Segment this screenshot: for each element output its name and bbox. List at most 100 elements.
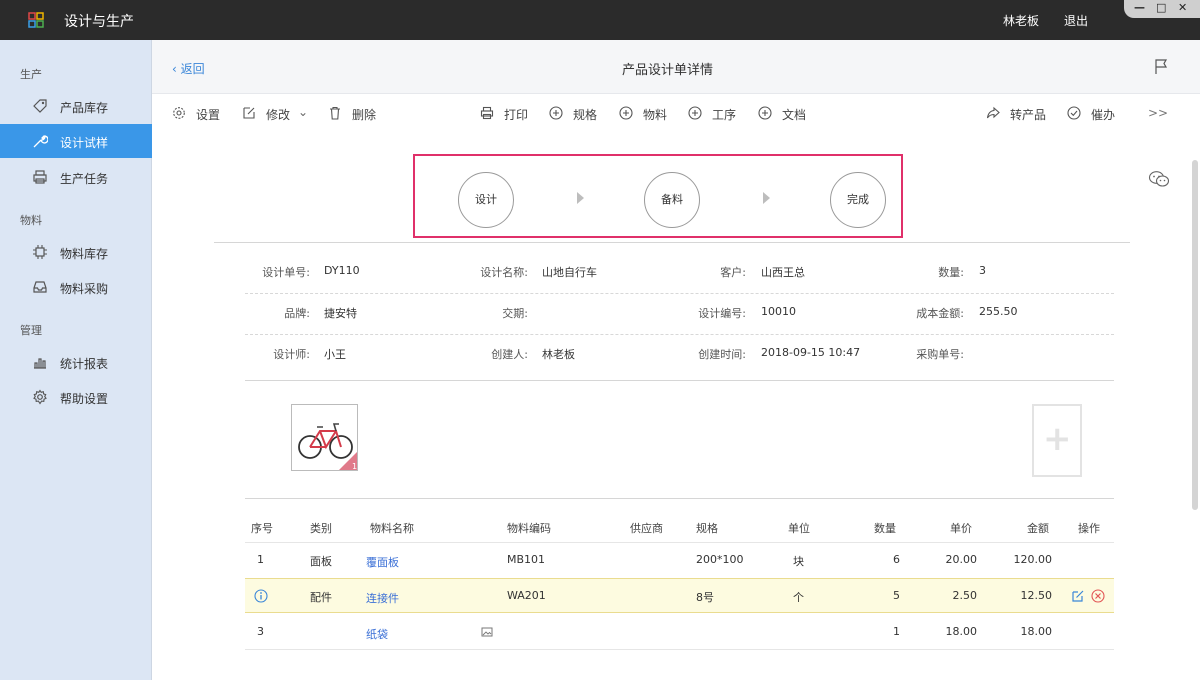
sidebar-item-product-inventory[interactable]: 产品库存 [0,89,152,123]
sidebar-item-label: 统计报表 [60,357,109,371]
more-button[interactable]: >> [1148,106,1168,122]
flag-icon[interactable] [1154,59,1168,75]
check-circle-icon [1067,106,1081,120]
close-button[interactable]: ✕ [1178,1,1187,15]
trash-icon [330,106,340,120]
delete-circle-icon[interactable] [1091,589,1105,603]
page-header: ‹ 返回 产品设计单详情 [152,40,1200,94]
row-separator [245,542,1114,543]
maximize-button[interactable]: □ [1156,1,1166,15]
workflow-step-prepare[interactable]: 备料 [644,172,700,228]
chip-icon [33,245,47,259]
workflow-steps: 设计 备料 完成 [413,154,903,238]
col-header-category: 类别 [310,522,332,535]
wrench-icon [33,135,48,148]
sidebar-section-production: 生产 [20,68,42,81]
col-header-amount: 金额 [1027,522,1049,535]
design-name-label: 设计名称: [480,266,528,279]
quantity-value: 3 [979,264,986,277]
col-header-quantity: 数量 [874,522,896,535]
customer-label: 客户: [720,266,746,279]
inbox-icon [33,281,47,293]
sidebar-item-label: 产品库存 [60,101,109,115]
bar-chart-icon [34,358,46,369]
col-header-material-name: 物料名称 [370,522,414,535]
user-name[interactable]: 林老板 [1003,12,1039,29]
cost-amount-label: 成本金额: [916,307,964,320]
gear-icon [33,389,47,405]
divider [245,498,1114,499]
share-arrow-icon [986,106,1000,119]
brand-label: 品牌: [284,307,310,320]
dashed-divider [245,293,1114,294]
col-header-index: 序号 [251,522,273,535]
cost-amount-value: 255.50 [979,305,1018,318]
edit-icon[interactable] [1071,589,1085,603]
design-no-label: 设计单号: [262,266,310,279]
brand-value: 捷安特 [324,307,357,320]
sidebar-section-material: 物料 [20,214,42,227]
svg-text:1: 1 [352,462,357,471]
col-header-unit-price: 单价 [950,522,972,535]
sidebar-item-material-purchase[interactable]: 物料采购 [0,270,152,304]
scrollbar[interactable] [1192,160,1198,510]
purchase-no-label: 采购单号: [916,348,964,361]
add-image-button[interactable]: + [1032,404,1082,477]
sidebar: 生产 产品库存 设计试样 生产任务 物料 物料库存 物料采购 管理 统计报表 帮… [0,40,152,680]
minimize-button[interactable]: — [1134,1,1145,15]
app-logo-icon [28,12,44,28]
plus-circle-icon [688,106,702,120]
material-name-link[interactable]: 纸袋 [366,626,388,642]
chevron-left-icon: ‹ [172,62,177,76]
creator-value: 林老板 [542,348,575,361]
designer-label: 设计师: [273,348,310,361]
design-code-value: 10010 [761,305,796,318]
dashed-divider [245,334,1114,335]
designer-value: 小王 [324,348,346,361]
created-time-value: 2018-09-15 10:47 [761,346,861,359]
sidebar-item-reports[interactable]: 统计报表 [0,345,152,379]
plus-circle-icon [758,106,772,120]
wechat-icon[interactable] [1148,170,1170,188]
logout-button[interactable]: 退出 [1064,12,1088,29]
title-bar: 设计与生产 林老板 退出 — □ ✕ [0,0,1200,40]
sidebar-item-design-sample[interactable]: 设计试样 [0,124,152,158]
edit-icon [243,107,255,119]
chevron-down-icon: ⌄ [298,105,309,119]
design-code-label: 设计编号: [698,307,746,320]
printer-icon [33,170,47,184]
sidebar-item-label: 帮助设置 [60,392,109,406]
workflow-step-complete[interactable]: 完成 [830,172,886,228]
design-name-value: 山地自行车 [542,266,597,279]
bicycle-image: 1 [298,423,357,471]
col-header-supplier: 供应商 [630,522,663,535]
back-label: 返回 [180,62,205,76]
info-icon[interactable] [254,589,268,603]
tag-icon [33,99,47,113]
material-name-link[interactable]: 覆面板 [366,554,399,570]
sidebar-item-help-settings[interactable]: 帮助设置 [0,380,152,414]
step-arrow-icon [763,192,770,204]
plus-icon: + [1043,419,1072,459]
printer-icon [480,106,494,120]
sidebar-item-label: 设计试样 [60,136,109,150]
page-title: 产品设计单详情 [622,63,714,78]
step-arrow-icon [577,192,584,204]
sidebar-item-production-task[interactable]: 生产任务 [0,160,152,194]
workflow-step-design[interactable]: 设计 [458,172,514,228]
col-header-material-code: 物料编码 [507,522,551,535]
created-time-label: 创建时间: [698,348,746,361]
creator-label: 创建人: [491,348,528,361]
sidebar-section-management: 管理 [20,324,42,337]
material-name-link[interactable]: 连接件 [366,590,399,606]
back-button[interactable]: ‹ 返回 [172,60,205,77]
divider [245,380,1114,381]
image-icon[interactable] [481,626,493,638]
customer-value: 山西王总 [761,266,805,279]
app-title: 设计与生产 [64,14,134,30]
row-separator [245,649,1114,650]
sidebar-item-material-inventory[interactable]: 物料库存 [0,235,152,269]
delivery-date-label: 交期: [502,307,528,320]
product-image-thumbnail[interactable]: 1 [291,404,358,471]
design-no-value: DY110 [324,264,360,277]
